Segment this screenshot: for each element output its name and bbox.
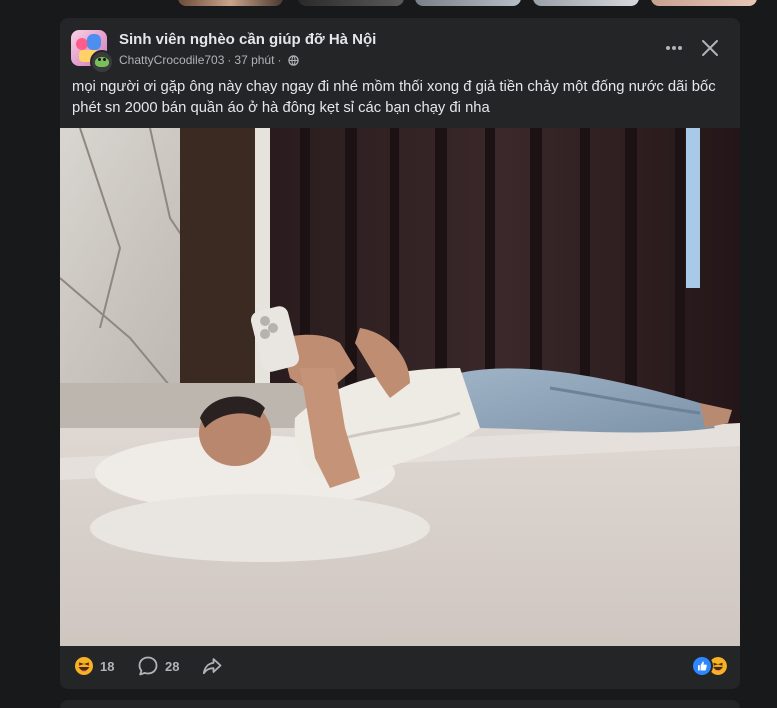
globe-icon <box>288 54 300 66</box>
author-avatar[interactable] <box>90 50 114 74</box>
post-text: mọi người ơi gặp ông này chạy ngay đi nh… <box>72 79 716 116</box>
more-horizontal-icon <box>666 46 682 50</box>
story-thumbnail[interactable] <box>651 0 757 6</box>
close-icon <box>702 40 718 56</box>
group-name-link[interactable]: Sinh viên nghèo cần giúp đỡ Hà Nội <box>119 31 376 48</box>
post-footer: 18 28 <box>60 646 740 689</box>
post-photo[interactable] <box>60 128 740 646</box>
photo-image <box>60 128 740 646</box>
comment-count: 28 <box>165 658 180 674</box>
like-icon <box>691 655 713 677</box>
reaction-count: 18 <box>100 658 115 674</box>
post-header: Sinh viên nghèo cần giúp đỡ Hà Nội Chatt… <box>60 18 740 78</box>
meta-separator: · <box>277 53 282 67</box>
stories-strip <box>60 0 777 6</box>
share-button[interactable] <box>201 654 223 678</box>
meta-separator: · <box>227 53 232 67</box>
hide-post-button[interactable] <box>693 31 727 65</box>
group-avatar-stack[interactable] <box>71 30 114 74</box>
story-thumbnail[interactable] <box>178 0 283 6</box>
reactions-summary[interactable] <box>691 655 729 677</box>
next-post-card <box>60 700 740 708</box>
comment-button[interactable]: 28 <box>137 654 179 678</box>
more-options-button[interactable] <box>657 31 691 65</box>
story-thumbnail[interactable] <box>415 0 521 6</box>
post-meta: ChattyCrocodile703 · 37 phút · <box>119 53 300 67</box>
feed-page: Sinh viên nghèo cần giúp đỡ Hà Nội Chatt… <box>0 0 777 708</box>
story-thumbnail[interactable] <box>533 0 639 6</box>
share-arrow-icon <box>202 658 222 675</box>
post-timestamp[interactable]: 37 phút <box>234 53 274 67</box>
post-card: Sinh viên nghèo cần giúp đỡ Hà Nội Chatt… <box>60 18 740 689</box>
react-button[interactable]: 18 <box>74 654 114 678</box>
story-thumbnail[interactable] <box>298 0 404 6</box>
scrollbar-track[interactable] <box>769 0 777 708</box>
author-name-link[interactable]: ChattyCrocodile703 <box>119 53 224 67</box>
haha-emoji-icon <box>75 657 93 675</box>
comment-bubble-icon <box>138 656 158 676</box>
